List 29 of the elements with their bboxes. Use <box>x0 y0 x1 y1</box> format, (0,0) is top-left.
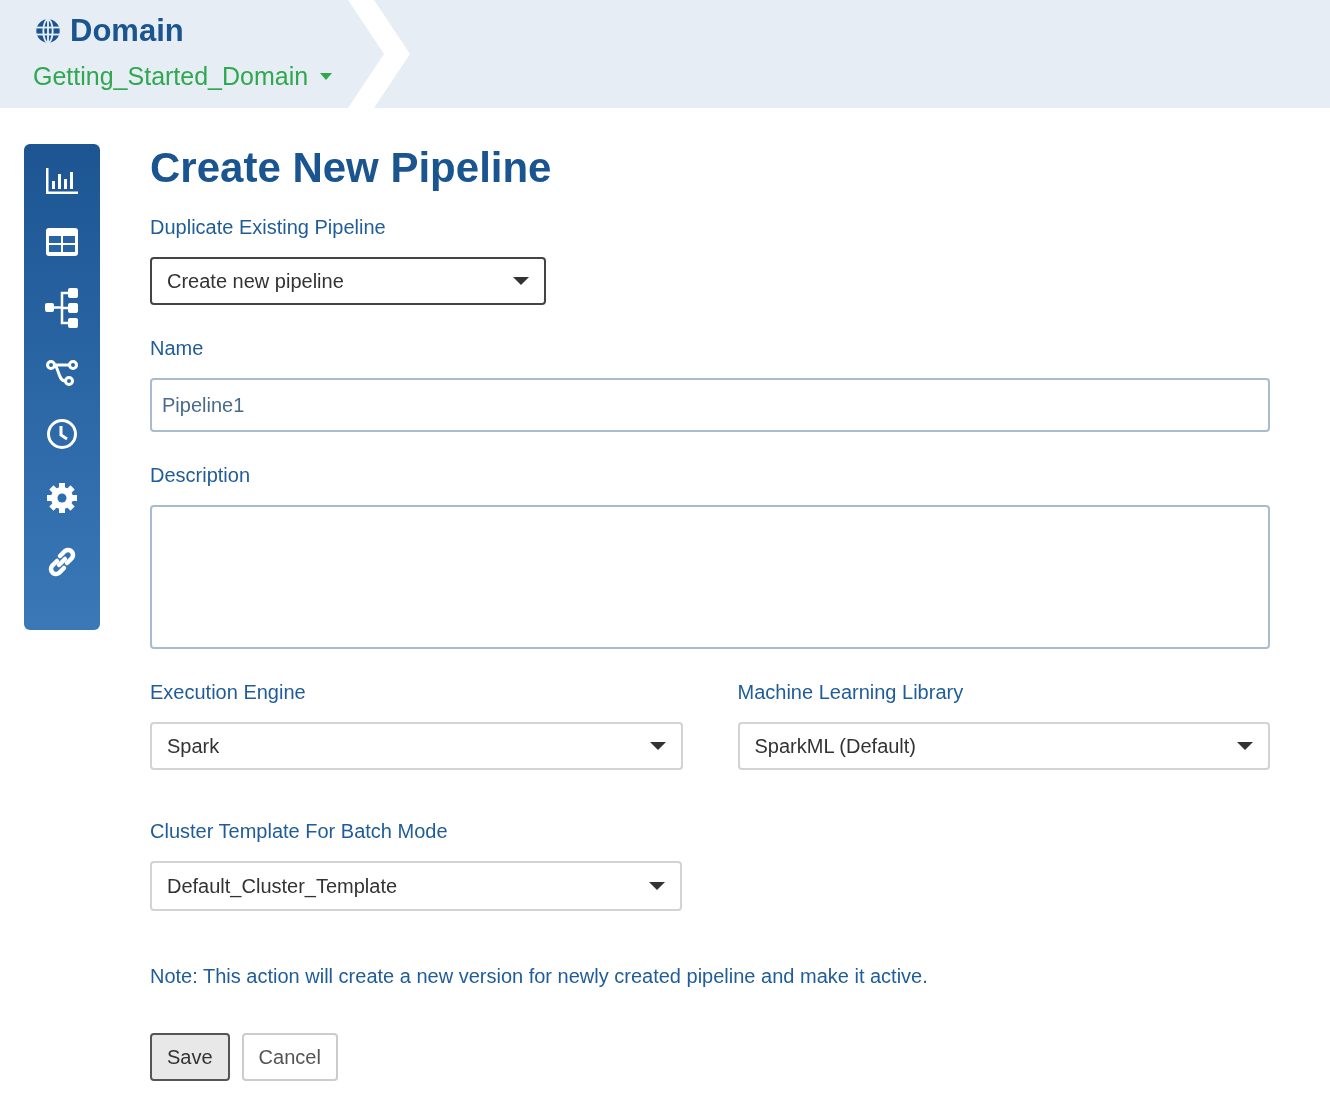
field-label: Cluster Template For Batch Mode <box>150 819 449 844</box>
field-label: Execution Engine <box>150 680 307 705</box>
settings-icon[interactable] <box>46 482 78 514</box>
hierarchy-icon[interactable] <box>45 288 79 328</box>
field-label: Description <box>150 463 252 488</box>
field-label: Machine Learning Library <box>737 680 965 705</box>
field-label: Name <box>150 336 205 361</box>
select-dropdown[interactable]: Spark <box>150 722 683 770</box>
caret-icon <box>649 742 666 750</box>
select-dropdown[interactable]: Create new pipeline <box>150 257 546 305</box>
caret-icon <box>1237 742 1253 750</box>
flow-icon[interactable] <box>46 360 78 386</box>
clock-icon[interactable] <box>46 418 78 450</box>
link-icon[interactable] <box>46 546 78 578</box>
domain-heading: Domain <box>70 12 184 50</box>
page-title: Create New Pipeline <box>150 143 553 193</box>
caret-icon <box>320 73 333 81</box>
field-label: Duplicate Existing Pipeline <box>150 215 387 240</box>
name-input[interactable]: Pipeline1 <box>150 378 1270 432</box>
select-dropdown[interactable]: Default_Cluster_Template <box>150 861 682 911</box>
select-dropdown[interactable]: SparkML (Default) <box>737 722 1270 770</box>
caret-icon <box>513 277 529 285</box>
cancel-button[interactable]: Cancel <box>241 1033 338 1081</box>
save-button[interactable]: Save <box>150 1033 230 1081</box>
caret-icon <box>649 882 665 890</box>
globe-icon <box>34 17 62 46</box>
note-text: Note: This action will create a new version for newly created pipeline and make it active. <box>150 964 929 989</box>
table-icon[interactable] <box>46 228 78 256</box>
bar-chart-icon[interactable] <box>45 166 79 196</box>
